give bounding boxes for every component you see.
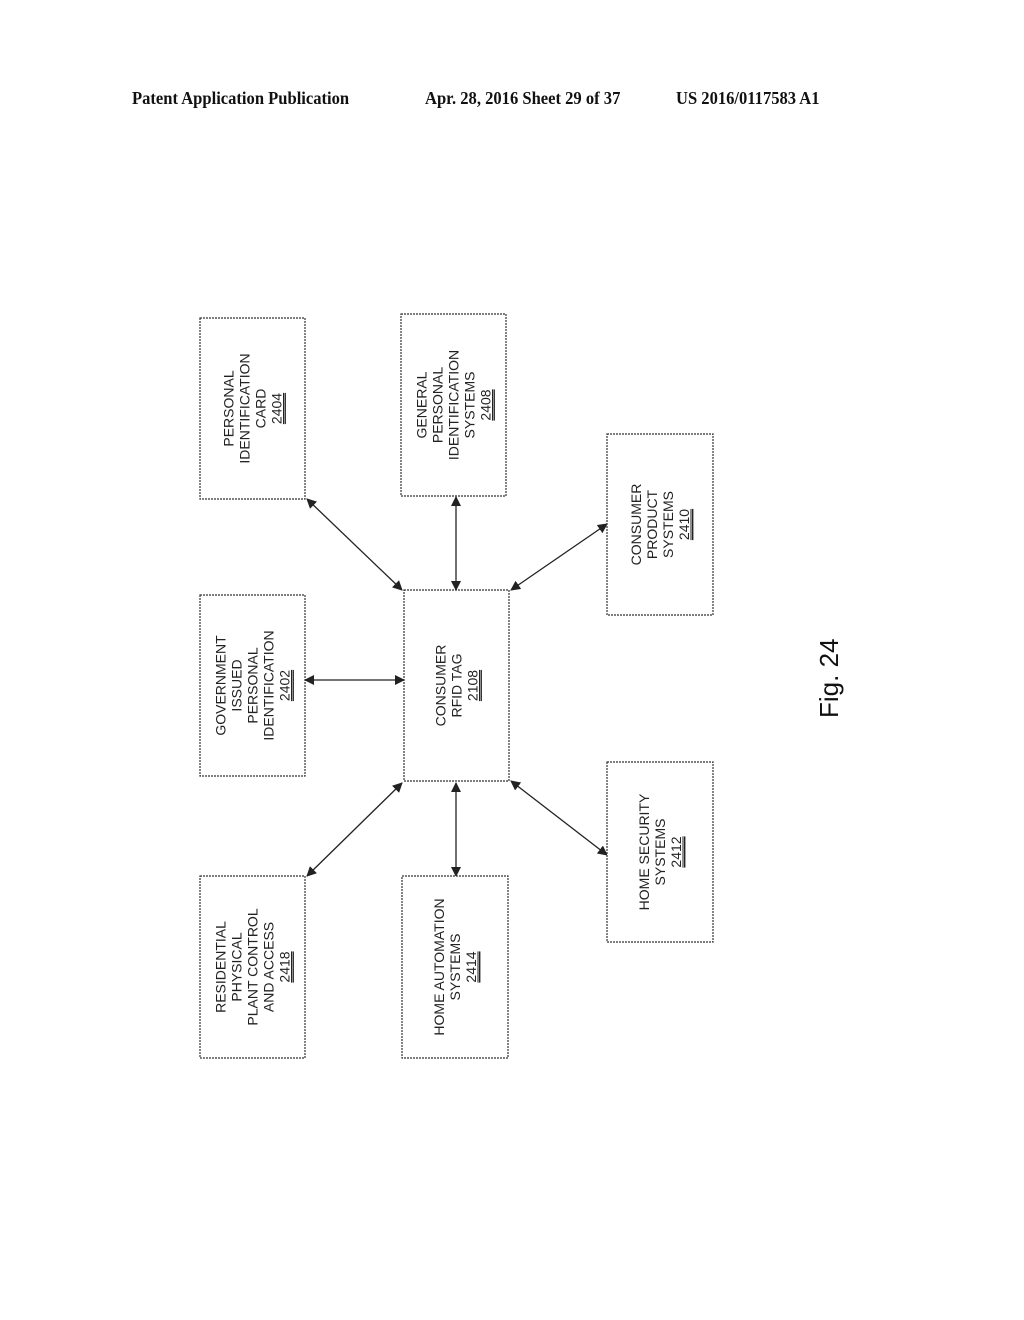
boxes-layer: CONSUMER RFID TAG 2108PERSONAL IDENTIFICATI… [199, 313, 714, 1059]
block-label-line: HOME SECURITY [636, 793, 652, 910]
block-label-line: PERSONAL [221, 370, 237, 446]
block-label-line: SYSTEMS [462, 372, 478, 439]
block-diagram: CONSUMER RFID TAG 2108PERSONAL IDENTIFICATI… [199, 313, 844, 1059]
bidirectional-arrow-2108-2418 [306, 782, 403, 877]
block-label-line: PHYSICAL [229, 932, 245, 1001]
block-label-line: CONSUMER [433, 645, 449, 727]
reference-numeral: 2418 [277, 951, 293, 982]
reference-numeral: 2410 [676, 509, 692, 540]
block-label-line: IDENTIFICATION [237, 353, 253, 463]
block-2408: GENERAL PERSONAL IDENTIFICATION SYSTEMS 2408 [400, 313, 507, 497]
block-label-line: AND ACCESS [261, 922, 277, 1012]
figure-label: Fig. 24 [814, 639, 844, 719]
reference-numeral: 2402 [277, 670, 293, 701]
block-2402: GOVERNMENT ISSUED PERSONAL IDENTIFICATION 24… [199, 594, 306, 777]
block-label-line: HOME AUTOMATION [431, 898, 447, 1035]
block-label-line: CONSUMER [628, 484, 644, 566]
block-label-line: ISSUED [229, 659, 245, 711]
bidirectional-arrow-2108-2412 [510, 780, 608, 856]
block-label-line: IDENTIFICATION [261, 630, 277, 740]
block-label-line: PRODUCT [644, 489, 660, 559]
block-label-line: PERSONAL [245, 647, 261, 723]
block-2412: HOME SECURITY SYSTEMS 2412 [606, 761, 714, 943]
block-2410: CONSUMER PRODUCT SYSTEMS 2410 [606, 433, 714, 616]
block-label-line: PERSONAL [430, 367, 446, 443]
reference-numeral: 2108 [465, 670, 481, 701]
block-label-line: SYSTEMS [652, 819, 668, 886]
center-block-rfid-tag: CONSUMER RFID TAG 2108 [403, 589, 510, 782]
block-2404: PERSONAL IDENTIFICATION CARD 2404 [199, 317, 306, 500]
block-label-line: IDENTIFICATION [446, 350, 462, 460]
block-label-line: RESIDENTIAL [213, 921, 229, 1013]
reference-numeral: 2408 [478, 389, 494, 420]
reference-numeral: 2412 [668, 836, 684, 867]
block-label-line: CARD [253, 389, 269, 429]
block-label-line: PLANT CONTROL [245, 908, 261, 1025]
block-label-line: SYSTEMS [660, 491, 676, 558]
bidirectional-arrow-2108-2410 [510, 523, 608, 591]
reference-numeral: 2404 [269, 393, 285, 424]
block-2414: HOME AUTOMATION SYSTEMS 2414 [401, 875, 509, 1059]
block-label-line: RFID TAG [449, 653, 465, 717]
bidirectional-arrow-2108-2404 [306, 498, 403, 591]
block-2418: RESIDENTIAL PHYSICAL PLANT CONTROL AND ACCE… [199, 875, 306, 1059]
block-label-line: GOVERNMENT [213, 635, 229, 736]
block-label-line: SYSTEMS [447, 934, 463, 1001]
reference-numeral: 2414 [463, 951, 479, 982]
block-label-line: GENERAL [414, 371, 430, 438]
